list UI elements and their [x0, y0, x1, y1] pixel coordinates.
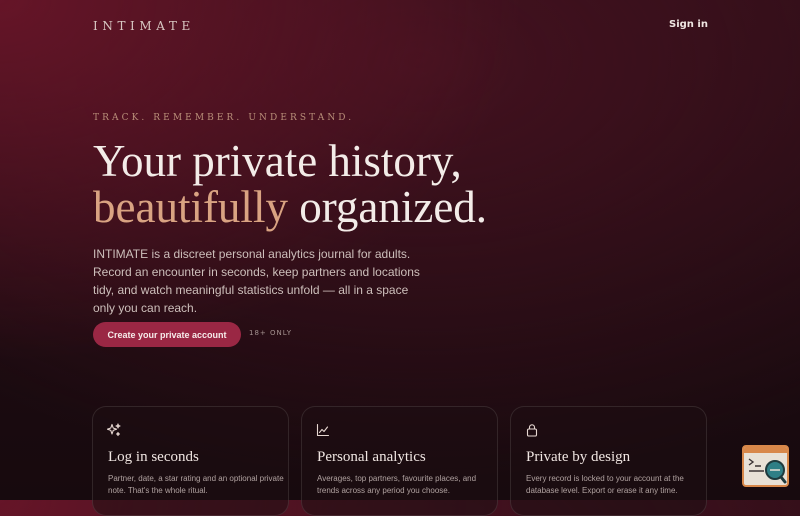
headline-rest: organized. [287, 182, 488, 232]
headline-accent: beautifully [93, 182, 288, 232]
lock-icon [525, 422, 539, 437]
feature-description: Every record is locked to your account a… [526, 474, 684, 495]
sparkles-icon [106, 422, 121, 437]
brand-logo: INTIMATE [93, 19, 195, 33]
chart-line-icon [316, 422, 330, 437]
terminal-search-icon [744, 447, 787, 484]
feature-description: Averages, top partners, favourite places… [317, 474, 477, 495]
headline-line-1: Your private history, [93, 136, 462, 186]
sign-in-link[interactable]: Sign in [669, 19, 708, 30]
devtools-widget[interactable] [742, 445, 789, 487]
hero-headline: Your private history, beautifully organi… [93, 138, 487, 230]
hero-eyebrow: TRACK. REMEMBER. UNDERSTAND. [93, 113, 355, 123]
feature-title: Log in seconds [108, 449, 199, 465]
create-account-button[interactable]: Create your private account [93, 322, 241, 347]
age-note: 18+ ONLY [249, 329, 292, 337]
feature-description: Partner, date, a star rating and an opti… [108, 474, 284, 495]
hero-description: INTIMATE is a discreet personal analytic… [93, 247, 420, 315]
feature-title: Personal analytics [317, 449, 426, 465]
feature-title: Private by design [526, 449, 631, 465]
